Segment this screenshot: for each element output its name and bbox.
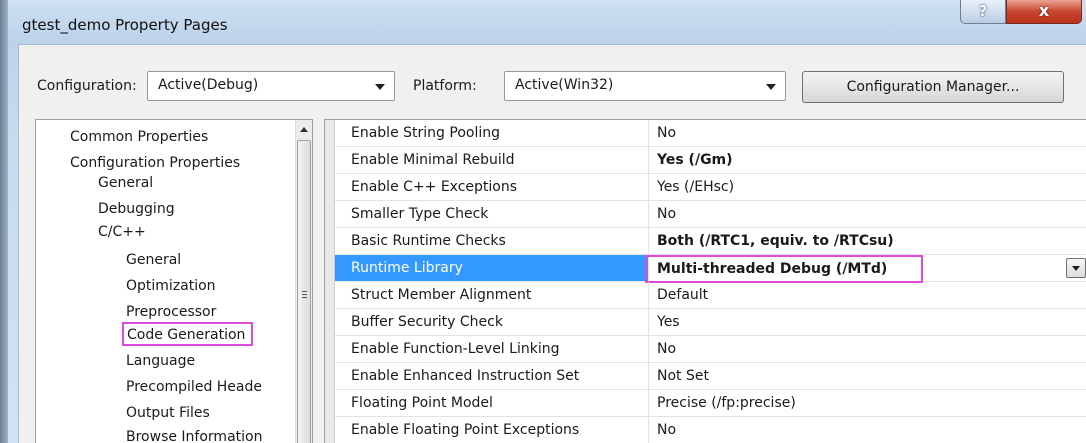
property-tree: Common Properties Configuration Properti… bbox=[35, 119, 313, 443]
help-button[interactable]: ? bbox=[960, 0, 1006, 24]
platform-value: Active(Win32) bbox=[515, 77, 614, 93]
property-value[interactable]: Not Set bbox=[649, 363, 1086, 389]
tree-item-c-cpp[interactable]: C/C++ bbox=[98, 221, 146, 245]
property-name: Basic Runtime Checks bbox=[335, 228, 649, 254]
grip-line bbox=[302, 291, 307, 292]
property-name: Enable Function-Level Linking bbox=[335, 336, 649, 362]
property-name: Enable Floating Point Exceptions bbox=[335, 417, 649, 443]
tree-item-common-properties[interactable]: Common Properties bbox=[70, 126, 208, 150]
property-pages-window: gtest_demo Property Pages ? x Configurat… bbox=[0, 0, 1086, 443]
platform-label: Platform: bbox=[413, 78, 477, 94]
tree-item-cpp-general[interactable]: General bbox=[126, 249, 181, 273]
property-row-enable-enhanced-instruction-set[interactable]: Enable Enhanced Instruction Set Not Set bbox=[335, 363, 1086, 390]
property-value[interactable]: Yes (/EHsc) bbox=[649, 174, 1086, 200]
property-name: Enable Minimal Rebuild bbox=[335, 147, 649, 173]
title-bar: gtest_demo Property Pages bbox=[8, 0, 1086, 42]
tree-item-precompiled-headers[interactable]: Precompiled Heade bbox=[126, 376, 262, 400]
property-row-enable-function-level-linking[interactable]: Enable Function-Level Linking No bbox=[335, 336, 1086, 363]
scroll-up-icon[interactable] bbox=[300, 127, 308, 132]
close-button[interactable]: x bbox=[1006, 0, 1082, 24]
property-value[interactable]: No bbox=[649, 201, 1086, 227]
property-row-floating-point-model[interactable]: Floating Point Model Precise (/fp:precis… bbox=[335, 390, 1086, 417]
property-value[interactable]: Precise (/fp:precise) bbox=[649, 390, 1086, 416]
property-row-runtime-library[interactable]: Runtime Library Multi-threaded Debug (/M… bbox=[335, 255, 1086, 283]
property-name: Smaller Type Check bbox=[335, 201, 649, 227]
scrollbar-thumb[interactable] bbox=[297, 140, 311, 443]
runtime-library-dropdown-button[interactable] bbox=[1066, 258, 1086, 278]
property-value[interactable]: No bbox=[649, 336, 1086, 362]
tree-scrollbar[interactable] bbox=[295, 120, 312, 443]
property-row-enable-cpp-exceptions[interactable]: Enable C++ Exceptions Yes (/EHsc) bbox=[335, 174, 1086, 201]
tree-item-general[interactable]: General bbox=[98, 172, 153, 196]
property-row-buffer-security-check[interactable]: Buffer Security Check Yes bbox=[335, 309, 1086, 336]
property-value[interactable]: Yes bbox=[649, 309, 1086, 335]
tree-item-output-files[interactable]: Output Files bbox=[126, 402, 210, 426]
grip-line bbox=[302, 297, 307, 298]
property-row-enable-minimal-rebuild[interactable]: Enable Minimal Rebuild Yes (/Gm) bbox=[335, 147, 1086, 174]
chevron-down-icon bbox=[375, 84, 385, 90]
property-value[interactable]: No bbox=[649, 120, 1086, 146]
property-name: Buffer Security Check bbox=[335, 309, 649, 335]
window-shadow-edge bbox=[0, 0, 8, 443]
platform-select[interactable]: Active(Win32) bbox=[504, 71, 786, 101]
configuration-select[interactable]: Active(Debug) bbox=[147, 71, 395, 101]
property-row-basic-runtime-checks[interactable]: Basic Runtime Checks Both (/RTC1, equiv.… bbox=[335, 228, 1086, 255]
tree-item-language[interactable]: Language bbox=[126, 350, 195, 374]
property-name: Runtime Library bbox=[335, 255, 649, 281]
configuration-label: Configuration: bbox=[37, 78, 137, 94]
property-row-enable-floating-point-exceptions[interactable]: Enable Floating Point Exceptions No bbox=[335, 417, 1086, 443]
window-title: gtest_demo Property Pages bbox=[22, 16, 228, 34]
chevron-down-icon bbox=[1072, 266, 1080, 271]
tree-item-browse-information[interactable]: Browse Information bbox=[126, 426, 262, 443]
property-row-smaller-type-check[interactable]: Smaller Type Check No bbox=[335, 201, 1086, 228]
property-value[interactable]: Both (/RTC1, equiv. to /RTCsu) bbox=[649, 228, 1086, 254]
property-row-enable-string-pooling[interactable]: Enable String Pooling No bbox=[335, 120, 1086, 147]
grid-gutter bbox=[325, 120, 335, 443]
property-name: Floating Point Model bbox=[335, 390, 649, 416]
property-name: Enable Enhanced Instruction Set bbox=[335, 363, 649, 389]
tree-item-code-generation[interactable]: Code Generation bbox=[122, 322, 254, 346]
property-name: Enable String Pooling bbox=[335, 120, 649, 146]
property-value[interactable]: Default bbox=[649, 282, 1086, 308]
property-row-struct-member-alignment[interactable]: Struct Member Alignment Default bbox=[335, 282, 1086, 309]
configuration-value: Active(Debug) bbox=[158, 77, 259, 93]
tree-item-optimization[interactable]: Optimization bbox=[126, 275, 216, 299]
chevron-down-icon bbox=[766, 84, 776, 90]
dialog-client-area: Configuration: Active(Debug) Platform: A… bbox=[18, 44, 1086, 443]
configuration-manager-button[interactable]: Configuration Manager... bbox=[802, 71, 1064, 103]
property-grid: Enable String Pooling No Enable Minimal … bbox=[324, 119, 1086, 443]
tree-item-debugging[interactable]: Debugging bbox=[98, 198, 175, 222]
property-value[interactable]: No bbox=[649, 417, 1086, 443]
property-name: Enable C++ Exceptions bbox=[335, 174, 649, 200]
property-name: Struct Member Alignment bbox=[335, 282, 649, 308]
grip-line bbox=[302, 294, 307, 295]
tree-item-configuration-properties[interactable]: Configuration Properties bbox=[70, 152, 240, 176]
property-value[interactable]: Yes (/Gm) bbox=[649, 147, 1086, 173]
property-value-runtime-library[interactable]: Multi-threaded Debug (/MTd) bbox=[645, 255, 923, 283]
